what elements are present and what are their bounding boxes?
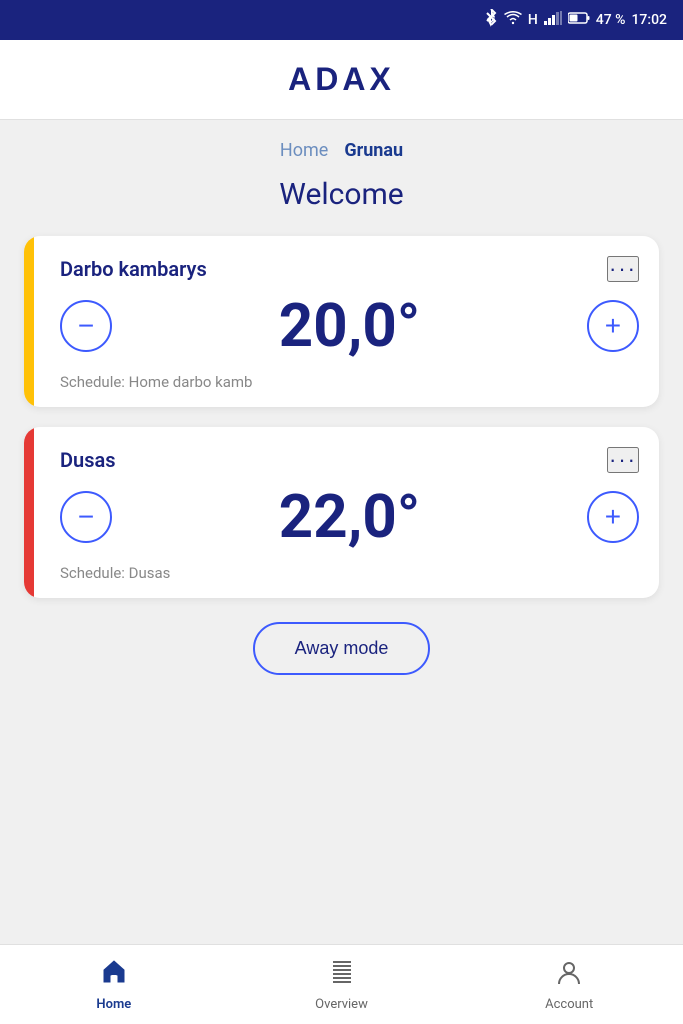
increase-button-dusas[interactable]: + [587,491,639,543]
device-card-darbo: Darbo kambarys ··· − 20,0° + Schedule: H… [24,236,659,407]
schedule-dusas: Schedule: Dusas [60,560,639,582]
breadcrumb-grunau[interactable]: Grunau [344,140,403,161]
bottom-nav: Home Overview Account [0,944,683,1024]
bluetooth-icon [484,9,498,31]
card-controls-dusas: − 22,0° + [60,481,639,552]
decrease-button-darbo[interactable]: − [60,300,112,352]
device-name-darbo: Darbo kambarys [60,257,207,281]
overview-icon [328,958,356,993]
battery-icon [568,12,590,28]
away-mode-button[interactable]: Away mode [253,622,431,675]
increase-button-darbo[interactable]: + [587,300,639,352]
nav-label-account: Account [545,997,593,1012]
schedule-darbo: Schedule: Home darbo kamb [60,369,639,391]
network-indicator: H [528,12,538,28]
more-button-dusas[interactable]: ··· [607,447,639,473]
app-logo: ADAX [288,61,395,98]
status-bar: H 47 % 17:02 [0,0,683,40]
away-mode-container: Away mode [24,622,659,675]
nav-label-overview: Overview [315,997,368,1012]
wifi-icon [504,11,522,29]
card-header-darbo: Darbo kambarys ··· [60,256,639,282]
more-button-darbo[interactable]: ··· [607,256,639,282]
signal-icon [544,11,562,29]
nav-item-home[interactable]: Home [0,958,228,1012]
home-icon [100,958,128,993]
card-accent-yellow [24,236,34,407]
nav-label-home: Home [96,997,131,1012]
nav-item-account[interactable]: Account [455,958,683,1012]
battery-percent: 47 % [596,12,626,28]
device-name-dusas: Dusas [60,448,116,472]
temperature-dusas: 22,0° [279,481,420,552]
main-content: Home Grunau Welcome Darbo kambarys ··· −… [0,120,683,944]
time-display: 17:02 [631,12,667,28]
card-header-dusas: Dusas ··· [60,447,639,473]
app-header: ADAX [0,40,683,120]
account-icon [555,958,583,993]
card-accent-orange [24,427,34,598]
status-icons: H 47 % 17:02 [484,9,667,31]
nav-item-overview[interactable]: Overview [228,958,456,1012]
device-card-dusas: Dusas ··· − 22,0° + Schedule: Dusas [24,427,659,598]
decrease-button-dusas[interactable]: − [60,491,112,543]
card-controls-darbo: − 20,0° + [60,290,639,361]
temperature-darbo: 20,0° [279,290,420,361]
welcome-title: Welcome [24,177,659,212]
breadcrumb-home[interactable]: Home [280,140,328,161]
breadcrumb: Home Grunau [24,140,659,161]
